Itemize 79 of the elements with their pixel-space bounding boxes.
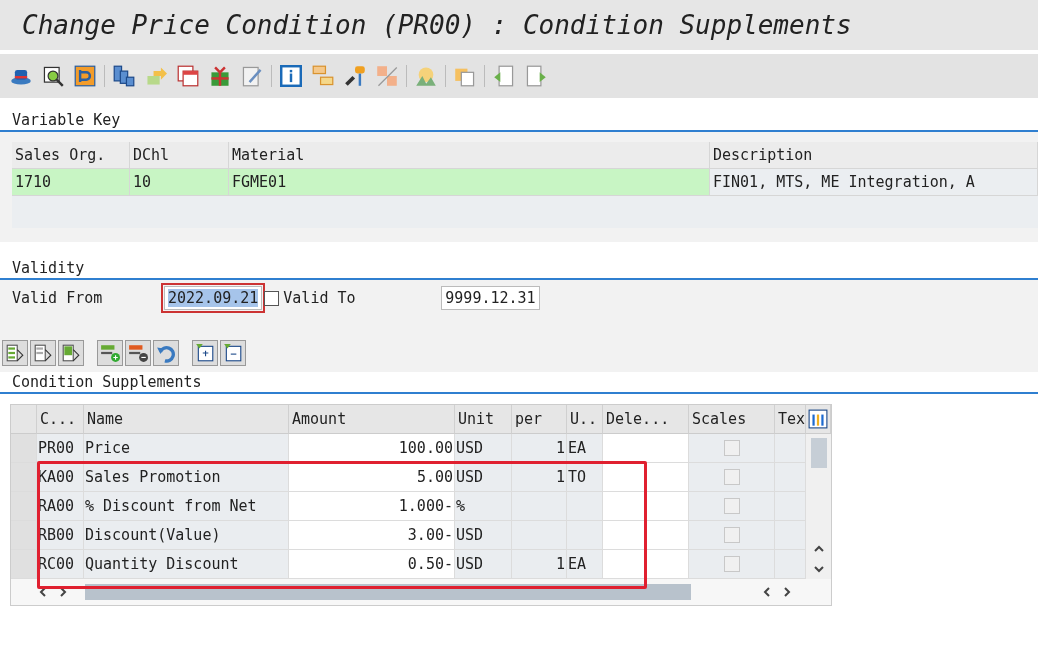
table-cell: EA (567, 434, 603, 463)
stacked-pages-icon[interactable] (113, 65, 135, 87)
column-header[interactable]: C... (37, 405, 84, 434)
date-field[interactable]: 2022.09.21 (164, 286, 263, 310)
gift-icon[interactable] (209, 65, 231, 87)
key-icon[interactable] (344, 65, 366, 87)
expand-button[interactable] (192, 340, 218, 366)
table-cell: TO (567, 463, 603, 492)
table-icon[interactable] (312, 65, 334, 87)
scroll-left-icon[interactable] (761, 586, 773, 598)
table-cell: Sales Promotion (84, 463, 289, 492)
table-cell: 0.50- (289, 550, 455, 579)
page-left-arrow-icon[interactable] (493, 65, 515, 87)
field-label: Valid To (283, 289, 357, 307)
column-header[interactable]: per (512, 405, 567, 434)
table-cell: USD (455, 434, 512, 463)
column-header[interactable]: U.. (567, 405, 603, 434)
info-icon[interactable] (280, 65, 302, 87)
collapse-button[interactable] (220, 340, 246, 366)
select-block-button[interactable] (58, 340, 84, 366)
scales-checkbox[interactable] (723, 527, 740, 543)
table-cell: USD (455, 463, 512, 492)
table-cell: 1 (512, 434, 567, 463)
column-header: Sales Org. (12, 142, 130, 169)
table-cell: 100.00 (289, 434, 455, 463)
table-cell: % Discount from Net (84, 492, 289, 521)
table-cell (567, 492, 603, 521)
table-cell: Quantity Discount (84, 550, 289, 579)
column-header[interactable]: Dele... (603, 405, 689, 434)
column-header[interactable]: Amount (289, 405, 455, 434)
scales-checkbox[interactable] (723, 556, 740, 572)
column-header[interactable]: Unit (455, 405, 512, 434)
column-header: Material (229, 142, 710, 169)
column-header: DChl (130, 142, 229, 169)
scrollbar-thumb[interactable] (810, 438, 827, 468)
date-field[interactable]: 9999.12.31 (441, 286, 540, 310)
scales-checkbox[interactable] (723, 469, 740, 485)
scroll-down-icon[interactable] (812, 563, 825, 575)
scroll-right-icon[interactable] (781, 586, 793, 598)
column-header: Description (710, 142, 1038, 169)
table-cell (567, 521, 603, 550)
section-heading: Variable Key (0, 110, 1038, 132)
undo-button[interactable] (153, 340, 179, 366)
scales-checkbox[interactable] (723, 498, 740, 514)
document-icon[interactable] (74, 65, 96, 87)
window-title: Change Price Condition (PR00) : Condition Supplements (0, 0, 1038, 50)
column-header[interactable]: Name (84, 405, 289, 434)
table-cell: 10 (130, 169, 229, 195)
table-cell: USD (455, 550, 512, 579)
table-cell: FIN01, MTS, ME Integration, A (710, 169, 1038, 195)
table-cell: FGME01 (229, 169, 710, 195)
table-cell: 3.00- (289, 521, 455, 550)
scales-checkbox[interactable] (723, 440, 740, 456)
search-icon[interactable] (42, 65, 64, 87)
pencil-page-icon[interactable] (241, 65, 263, 87)
table-cell: 1 (512, 550, 567, 579)
page-right-arrow-icon[interactable] (525, 65, 547, 87)
table-cell: % (455, 492, 512, 521)
insert-row-button[interactable] (97, 340, 123, 366)
deselect-button[interactable] (30, 340, 56, 366)
field-label: Valid From (12, 289, 104, 307)
column-header[interactable]: Tex (775, 405, 806, 434)
delete-row-button[interactable] (125, 340, 151, 366)
table-cell: EA (567, 550, 603, 579)
table-cell: 5.00 (289, 463, 455, 492)
table-cell: 1 (512, 463, 567, 492)
table-cell: Discount(Value) (84, 521, 289, 550)
column-header[interactable]: Scales (689, 405, 775, 434)
column-settings-icon[interactable] (808, 409, 828, 429)
table-cell: PR00 (37, 434, 84, 463)
table-cell: USD (455, 521, 512, 550)
section-heading: Condition Supplements (0, 372, 1038, 394)
vertical-scrollbar[interactable] (806, 434, 831, 579)
table-cell: Price (84, 434, 289, 463)
mountain-icon[interactable] (415, 65, 437, 87)
select-all-button[interactable] (2, 340, 28, 366)
table-cell: 1.000- (289, 492, 455, 521)
table-cell: 1710 (12, 169, 130, 195)
section-heading: Validity (0, 258, 1038, 280)
